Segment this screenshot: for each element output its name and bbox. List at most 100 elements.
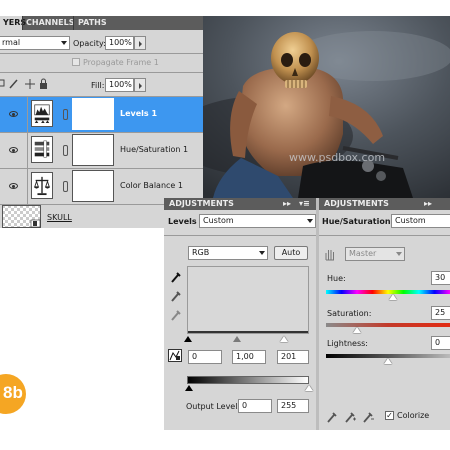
color-balance-adjustment-icon [31, 172, 53, 199]
levels-channel-select[interactable]: RGB [188, 246, 268, 260]
move-icon[interactable] [25, 79, 35, 89]
input-black-field[interactable]: 0 [188, 350, 222, 364]
collapse-icon[interactable]: ▸▸ [283, 198, 291, 210]
layer-mask-thumbnail[interactable] [72, 98, 114, 130]
tab-separator [73, 16, 74, 30]
propagate-frame-checkbox[interactable] [72, 58, 80, 66]
lightness-slider-thumb[interactable] [384, 358, 392, 364]
tab-channels[interactable]: CHANNELS [23, 16, 77, 30]
input-gamma-field[interactable]: 1,00 [232, 350, 266, 364]
levels-panel-tab[interactable]: ADJUSTMENTS [169, 199, 234, 208]
input-black-slider[interactable] [184, 336, 192, 342]
output-black-field[interactable]: 0 [238, 399, 272, 413]
lightness-label: Lightness: [327, 339, 368, 348]
eye-icon [9, 111, 18, 117]
opacity-field[interactable]: 100% [105, 36, 134, 50]
divider [0, 53, 203, 54]
link-icon[interactable] [63, 181, 68, 192]
opacity-label: Opacity: [73, 39, 106, 48]
eye-icon [9, 147, 18, 153]
lightness-field[interactable]: 0 [431, 336, 450, 350]
panel-menu-icon[interactable]: ▾≡ [299, 198, 310, 210]
eye-icon [9, 183, 18, 189]
calculate-histogram-icon[interactable] [168, 349, 182, 362]
hue-panel-tab[interactable]: ADJUSTMENTS [324, 199, 389, 208]
edit-range-select[interactable]: Master [345, 247, 405, 261]
saturation-label: Saturation: [327, 309, 372, 318]
fill-field[interactable]: 100% [105, 78, 134, 92]
input-white-field[interactable]: 201 [277, 350, 309, 364]
link-icon[interactable] [63, 109, 68, 120]
opacity-slider-button[interactable] [134, 36, 146, 50]
hue-field[interactable]: 30 [431, 271, 450, 285]
auto-button[interactable]: Auto [274, 246, 308, 260]
lock-transparent-icon[interactable] [0, 79, 5, 87]
targeted-adjustment-hand-icon[interactable] [323, 247, 337, 261]
blend-mode-value: rmal [2, 38, 21, 47]
white-point-eyedropper-icon[interactable] [170, 308, 182, 322]
layer-mask-thumbnail[interactable] [72, 170, 114, 202]
colorize-checkbox[interactable]: ✓ [385, 411, 394, 420]
layer-name[interactable]: Levels 1 [120, 109, 157, 118]
fill-label: Fill: [91, 81, 105, 90]
lock-icon[interactable] [40, 78, 47, 89]
hue-saturation-title: Hue/Saturation [322, 217, 391, 226]
layers-tab-bar: YERS CHANNELS PATHS [0, 16, 203, 30]
tab-paths[interactable]: PATHS [75, 16, 110, 30]
output-gradient-bar [187, 376, 309, 384]
hue-label: Hue: [327, 274, 346, 283]
saturation-slider-thumb[interactable] [353, 327, 361, 333]
output-white-slider[interactable] [305, 385, 313, 391]
hue-saturation-adjustment-icon [31, 136, 53, 163]
chevron-down-icon [61, 41, 67, 45]
subtract-from-sample-eyedropper-icon[interactable] [362, 410, 374, 424]
layer-name[interactable]: Color Balance 1 [120, 181, 183, 190]
levels-preset-select[interactable]: Custom [199, 214, 316, 228]
saturation-field[interactable]: 25 [431, 306, 450, 320]
layer-name[interactable]: SKULL [47, 213, 72, 222]
hue-preset-value: Custom [395, 216, 426, 225]
output-levels-label: Output Levels: [186, 402, 245, 411]
fill-slider-button[interactable] [134, 78, 146, 92]
levels-histogram [187, 266, 309, 334]
brush-icon[interactable] [9, 79, 18, 89]
input-white-slider[interactable] [280, 336, 288, 342]
levels-title: Levels [168, 217, 197, 226]
levels-adjustment-icon [31, 100, 53, 127]
layer-row-levels[interactable]: Levels 1 [0, 97, 203, 132]
visibility-toggle[interactable] [0, 169, 28, 204]
visibility-toggle[interactable] [0, 97, 28, 132]
saturation-slider-track[interactable] [326, 323, 450, 327]
hue-panel-header: ADJUSTMENTS ▸▸ [319, 198, 450, 210]
visibility-toggle[interactable] [0, 133, 28, 168]
chevron-down-icon [396, 252, 402, 256]
step-badge: 8b [0, 374, 26, 414]
histogram-bars [188, 331, 308, 333]
lock-icons-group [0, 78, 47, 89]
divider [164, 235, 316, 236]
skull-layer-thumbnail[interactable] [2, 205, 42, 228]
hue-preset-select[interactable]: Custom [391, 214, 450, 228]
collapse-icon[interactable]: ▸▸ [424, 198, 432, 210]
divider [319, 235, 450, 236]
layer-row-hue-saturation[interactable]: Hue/Saturation 1 [0, 133, 203, 168]
eyedropper-icon[interactable] [326, 410, 338, 424]
step-badge-text: 8b [3, 383, 23, 402]
tab-layers[interactable]: YERS [0, 16, 26, 30]
black-point-eyedropper-icon[interactable] [170, 270, 182, 284]
output-white-field[interactable]: 255 [277, 399, 309, 413]
colorize-label: Colorize [397, 411, 430, 420]
add-to-sample-eyedropper-icon[interactable] [344, 410, 356, 424]
blend-mode-select[interactable]: rmal [0, 36, 70, 50]
link-icon[interactable] [63, 145, 68, 156]
input-gamma-slider[interactable] [233, 336, 241, 342]
layer-mask-thumbnail[interactable] [72, 134, 114, 166]
hue-slider-track[interactable] [326, 290, 450, 294]
gray-point-eyedropper-icon[interactable] [170, 289, 182, 303]
divider [0, 72, 203, 73]
skull-rider-photo: www.psdbox.com [203, 16, 450, 198]
hue-slider-thumb[interactable] [389, 294, 398, 300]
levels-preset-value: Custom [203, 216, 234, 225]
output-black-slider[interactable] [185, 385, 193, 391]
layer-name[interactable]: Hue/Saturation 1 [120, 145, 188, 154]
